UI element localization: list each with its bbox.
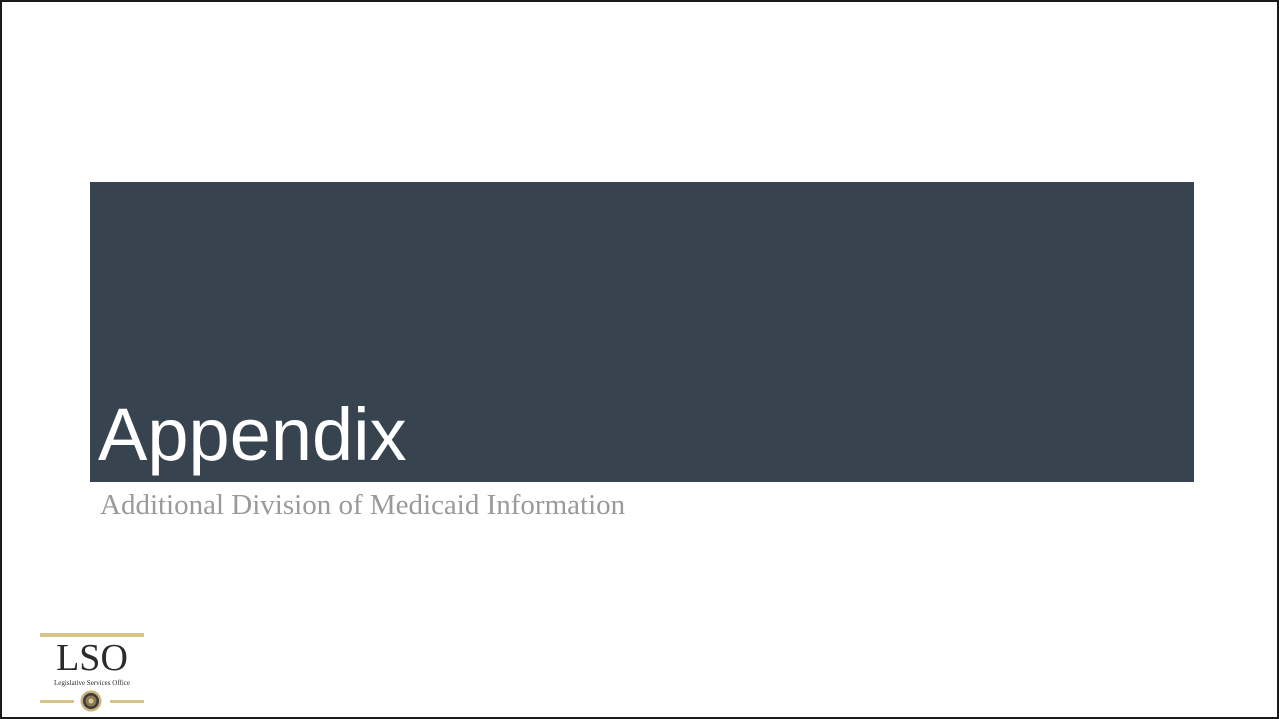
logo-right-rule [110, 700, 144, 703]
slide-title: Appendix [98, 393, 407, 476]
logo-caption: Legislative Services Office [53, 679, 131, 687]
logo-letters: LSO [56, 637, 128, 679]
title-band: Appendix [90, 182, 1194, 482]
slide-subtitle: Additional Division of Medicaid Informat… [100, 489, 626, 521]
lso-logo: LSO Legislative Services Office [40, 633, 144, 715]
state-seal-icon [80, 690, 102, 712]
slide: Appendix Additional Division of Medicaid… [0, 0, 1279, 719]
logo-left-rule [40, 700, 74, 703]
